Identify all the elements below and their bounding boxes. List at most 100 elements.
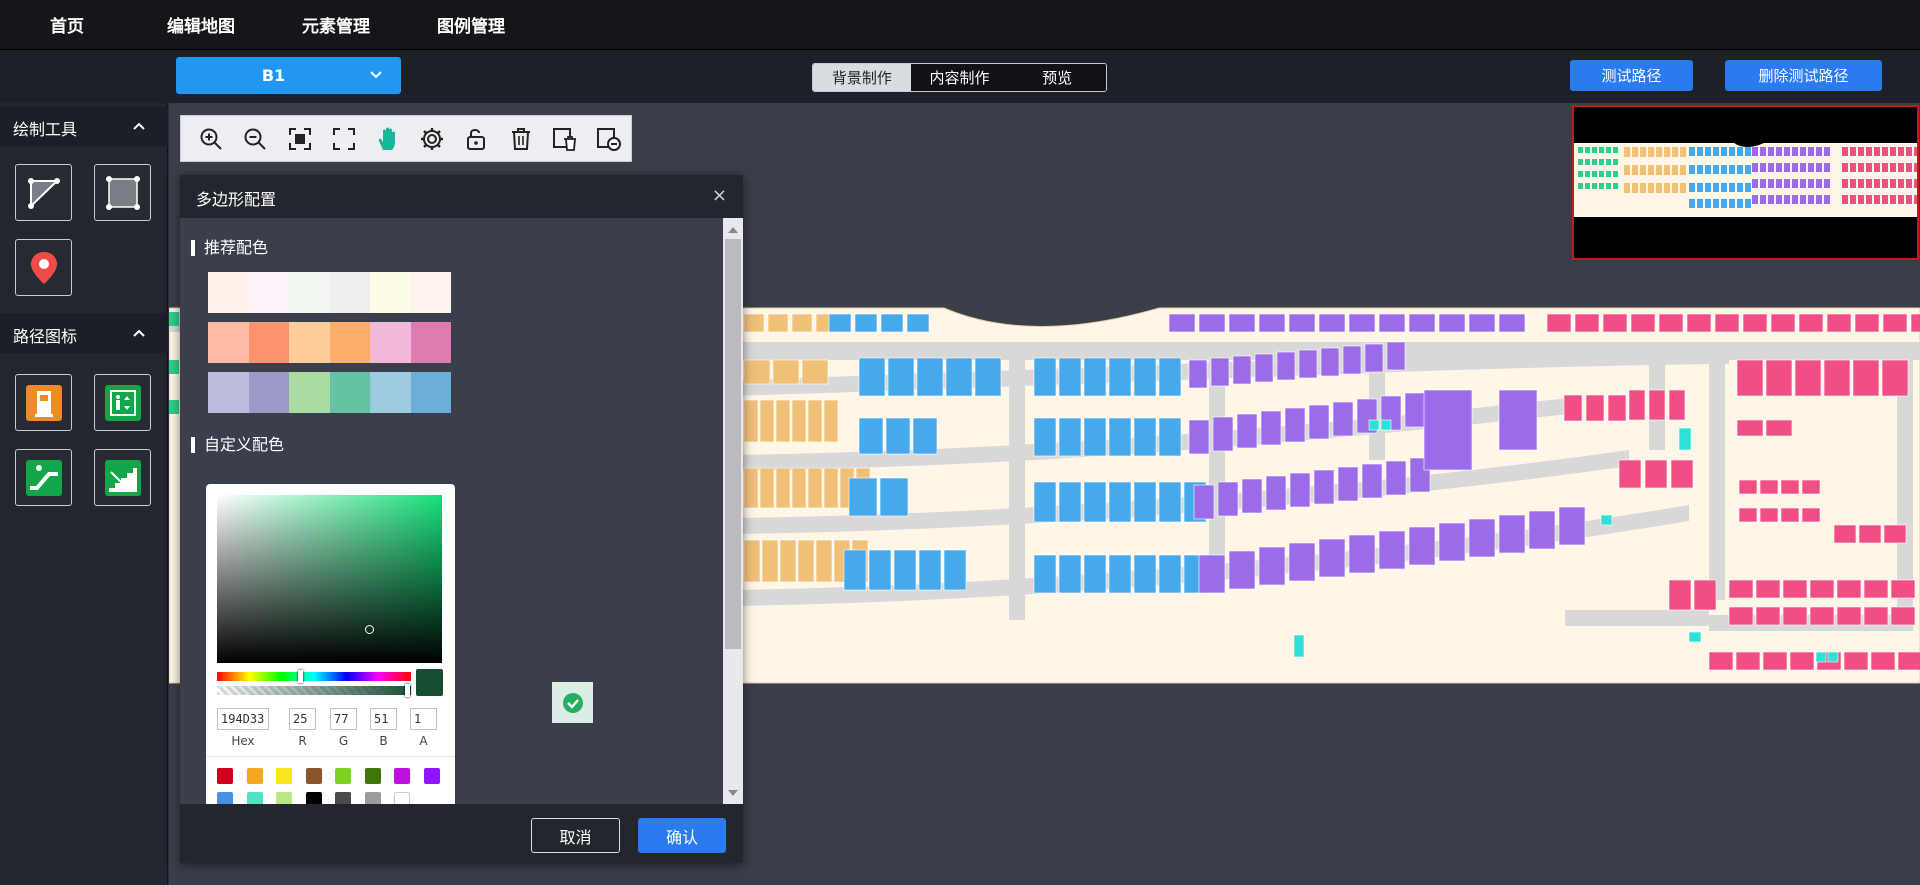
store-block[interactable] xyxy=(1836,606,1862,626)
store-block[interactable] xyxy=(743,399,759,443)
store-block[interactable] xyxy=(1298,349,1318,379)
store-block[interactable] xyxy=(868,549,892,591)
store-block[interactable] xyxy=(1368,419,1380,431)
store-block[interactable] xyxy=(1823,359,1851,397)
floor-select[interactable]: B1 xyxy=(176,57,401,94)
store-block[interactable] xyxy=(1863,579,1889,599)
apply-color-button[interactable] xyxy=(552,682,593,723)
alpha-slider-handle[interactable] xyxy=(405,684,410,697)
store-block[interactable] xyxy=(1863,606,1889,626)
store-block[interactable] xyxy=(1083,417,1107,457)
store-block[interactable] xyxy=(1058,357,1082,397)
store-block[interactable] xyxy=(1258,546,1286,586)
store-block[interactable] xyxy=(885,417,911,455)
store-block[interactable] xyxy=(1658,313,1684,333)
store-block[interactable] xyxy=(1735,651,1761,671)
store-block[interactable] xyxy=(1630,313,1656,333)
fit-screen-button[interactable] xyxy=(277,116,321,161)
store-block[interactable] xyxy=(767,313,789,333)
store-block[interactable] xyxy=(1108,554,1132,594)
store-block[interactable] xyxy=(1809,606,1835,626)
store-block[interactable] xyxy=(1498,313,1526,333)
store-block[interactable] xyxy=(807,399,823,443)
store-block[interactable] xyxy=(1158,357,1182,397)
store-block[interactable] xyxy=(1212,416,1234,452)
store-block[interactable] xyxy=(1897,651,1920,671)
store-block[interactable] xyxy=(1600,514,1613,526)
store-block[interactable] xyxy=(759,399,775,443)
path-icons-header[interactable]: 路径图标 xyxy=(0,313,168,353)
store-block[interactable] xyxy=(1882,313,1908,333)
store-block[interactable] xyxy=(801,359,829,385)
store-block[interactable] xyxy=(1198,313,1226,333)
store-block[interactable] xyxy=(823,399,839,443)
store-block[interactable] xyxy=(1736,419,1764,437)
store-block[interactable] xyxy=(1742,313,1768,333)
store-block[interactable] xyxy=(1558,506,1586,546)
unlock-button[interactable] xyxy=(454,116,498,161)
store-block[interactable] xyxy=(1910,313,1920,333)
preset-color-swatch[interactable] xyxy=(394,792,410,804)
store-block[interactable] xyxy=(1133,554,1157,594)
store-block[interactable] xyxy=(1770,313,1796,333)
remove-layer-button[interactable] xyxy=(587,116,631,161)
delete-layer-button[interactable] xyxy=(543,116,587,161)
palette-swatch[interactable] xyxy=(208,272,249,313)
store-block[interactable] xyxy=(1798,313,1824,333)
hue-slider[interactable] xyxy=(217,672,411,681)
store-block[interactable] xyxy=(1168,313,1196,333)
store-block[interactable] xyxy=(1668,579,1692,611)
fullscreen-button[interactable] xyxy=(322,116,366,161)
store-block[interactable] xyxy=(1133,417,1157,457)
store-block[interactable] xyxy=(1158,417,1182,457)
store-block[interactable] xyxy=(1284,407,1306,443)
palette-swatch[interactable] xyxy=(370,322,411,363)
preset-color-swatch[interactable] xyxy=(217,768,233,784)
store-block[interactable] xyxy=(791,313,813,333)
store-block[interactable] xyxy=(1320,347,1340,377)
store-block[interactable] xyxy=(1468,313,1496,333)
store-block[interactable] xyxy=(743,359,771,385)
blue-input[interactable]: 51 xyxy=(370,708,397,730)
store-block[interactable] xyxy=(1348,534,1376,574)
store-block[interactable] xyxy=(1033,481,1057,523)
palette-swatch[interactable] xyxy=(370,372,411,413)
palette-swatch[interactable] xyxy=(329,372,370,413)
palette-swatch[interactable] xyxy=(410,322,451,363)
store-block[interactable] xyxy=(1083,357,1107,397)
store-block[interactable] xyxy=(1188,419,1210,455)
store-block[interactable] xyxy=(1827,651,1839,663)
store-block[interactable] xyxy=(1438,313,1466,333)
store-block[interactable] xyxy=(1468,518,1496,558)
store-block[interactable] xyxy=(1736,359,1764,397)
store-block[interactable] xyxy=(1755,579,1781,599)
store-block[interactable] xyxy=(1058,481,1082,523)
store-block[interactable] xyxy=(1210,357,1230,387)
store-block[interactable] xyxy=(887,357,915,397)
palette-swatch[interactable] xyxy=(410,372,451,413)
nav-edit-map[interactable]: 编辑地图 xyxy=(167,12,235,37)
store-block[interactable] xyxy=(1133,357,1157,397)
store-block[interactable] xyxy=(1254,353,1274,383)
store-block[interactable] xyxy=(823,467,839,509)
store-block[interactable] xyxy=(1607,394,1627,422)
store-block[interactable] xyxy=(1083,481,1107,523)
saturation-handle[interactable] xyxy=(365,625,374,634)
store-block[interactable] xyxy=(1765,359,1793,397)
stairs-button[interactable] xyxy=(94,449,151,506)
store-block[interactable] xyxy=(893,549,917,591)
store-block[interactable] xyxy=(1058,417,1082,457)
store-block[interactable] xyxy=(1738,507,1758,523)
store-block[interactable] xyxy=(1780,507,1800,523)
store-block[interactable] xyxy=(858,357,886,397)
store-block[interactable] xyxy=(1686,313,1712,333)
preset-color-swatch[interactable] xyxy=(246,768,263,784)
store-block[interactable] xyxy=(1728,606,1754,626)
store-block[interactable] xyxy=(1782,606,1808,626)
store-block[interactable] xyxy=(1423,389,1473,471)
store-block[interactable] xyxy=(1108,357,1132,397)
store-block[interactable] xyxy=(1498,389,1538,451)
store-block[interactable] xyxy=(1260,410,1282,446)
store-block[interactable] xyxy=(775,467,791,509)
store-block[interactable] xyxy=(1158,554,1182,594)
